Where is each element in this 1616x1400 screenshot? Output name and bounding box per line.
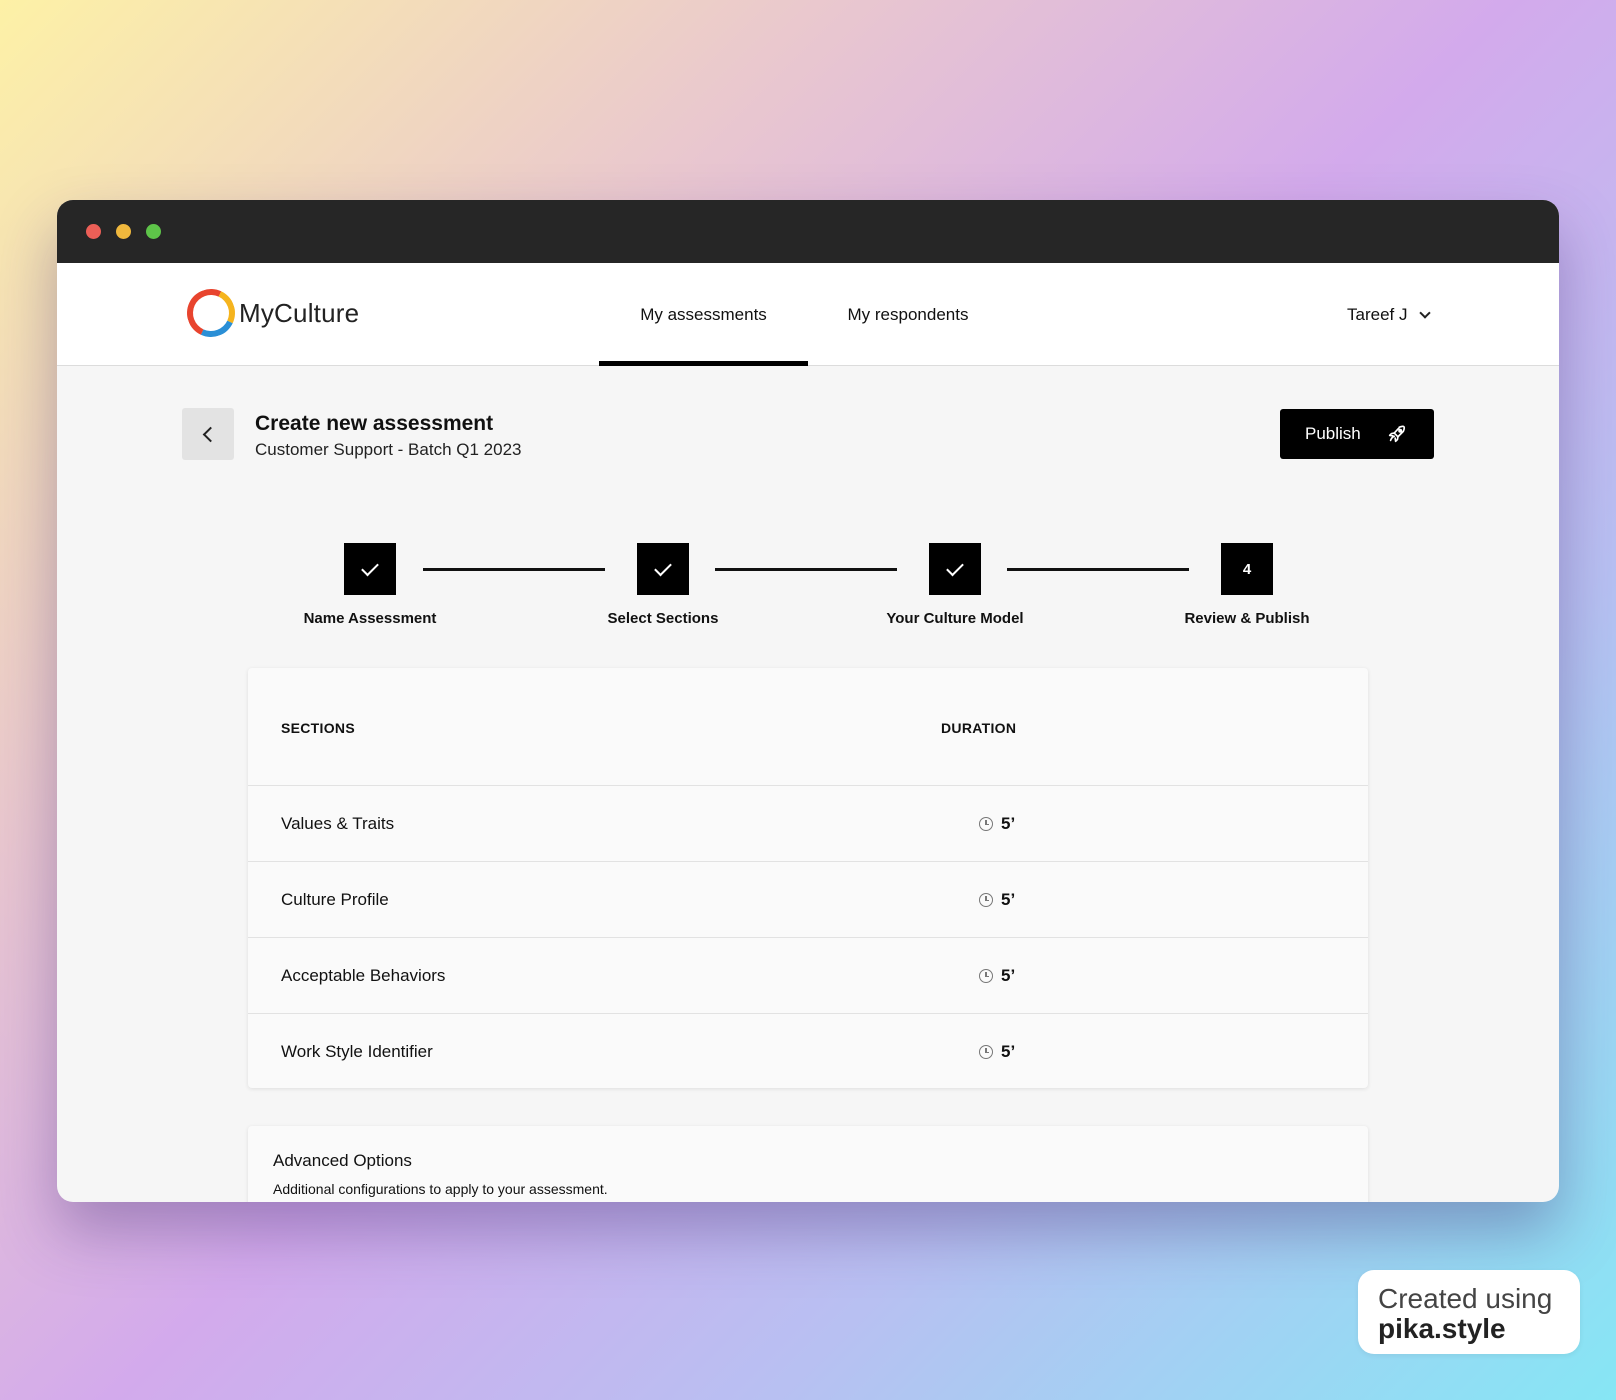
checkmark-icon (946, 558, 964, 576)
table-row[interactable]: Culture Profile 5’ (248, 861, 1368, 937)
step-connector (715, 568, 897, 571)
step-1-indicator[interactable] (344, 543, 396, 595)
column-header-duration: DURATION (941, 720, 1017, 736)
step-4-label: Review & Publish (1184, 610, 1310, 627)
section-name: Values & Traits (281, 814, 395, 833)
badge-line-2: pika.style (1378, 1313, 1506, 1344)
logo-text: MyCulture (239, 297, 360, 328)
clock-icon (979, 1045, 993, 1059)
advanced-options-title: Advanced Options (273, 1151, 412, 1170)
step-1-label: Name Assessment (303, 610, 437, 627)
table-row[interactable]: Values & Traits 5’ (248, 785, 1368, 861)
top-navbar: MyCulture My assessments My respondents … (57, 263, 1559, 366)
section-duration: 5’ (979, 890, 1015, 910)
logo-ring-icon (180, 282, 242, 344)
chevron-left-icon (202, 426, 218, 442)
step-3-indicator[interactable] (929, 543, 981, 595)
clock-icon (979, 969, 993, 983)
rocket-icon (1388, 425, 1405, 443)
minimize-window-button[interactable] (116, 224, 131, 239)
duration-value: 5’ (1001, 814, 1016, 833)
page-title: Create new assessment (255, 412, 494, 435)
section-duration: 5’ (979, 814, 1015, 834)
advanced-options-panel[interactable]: Advanced Options Additional configuratio… (248, 1126, 1368, 1202)
section-duration: 5’ (979, 1042, 1015, 1062)
badge-line-1: Created using (1378, 1283, 1553, 1314)
advanced-options-subtitle: Additional configurations to apply to yo… (273, 1181, 608, 1197)
publish-button[interactable]: Publish (1280, 409, 1434, 459)
duration-value: 5’ (1001, 966, 1016, 985)
column-header-sections: SECTIONS (281, 720, 355, 736)
table-row[interactable]: Work Style Identifier 5’ (248, 1013, 1368, 1089)
section-duration: 5’ (979, 966, 1015, 986)
step-connector (423, 568, 605, 571)
duration-value: 5’ (1001, 1042, 1016, 1061)
window-titlebar (57, 200, 1559, 263)
section-name: Work Style Identifier (281, 1042, 433, 1061)
section-name: Acceptable Behaviors (281, 966, 446, 985)
step-4-indicator[interactable]: 4 (1221, 543, 1273, 595)
logo[interactable]: MyCulture (180, 282, 360, 344)
duration-value: 5’ (1001, 890, 1016, 909)
clock-icon (979, 817, 993, 831)
step-2-label: Select Sections (607, 610, 719, 627)
app-window: MyCulture My assessments My respondents … (57, 200, 1559, 1202)
table-row[interactable]: Acceptable Behaviors 5’ (248, 937, 1368, 1013)
step-connector (1007, 568, 1189, 571)
page-subtitle: Customer Support - Batch Q1 2023 (255, 440, 522, 459)
back-button[interactable] (182, 408, 234, 460)
chevron-down-icon (1419, 307, 1432, 319)
step-2-indicator[interactable] (637, 543, 689, 595)
maximize-window-button[interactable] (146, 224, 161, 239)
step-3-label: Your Culture Model (886, 610, 1024, 627)
tab-my-assessments[interactable]: My assessments (599, 263, 808, 366)
sections-table: SECTIONS DURATION Values & Traits 5’ Cul… (248, 668, 1368, 1088)
checkmark-icon (654, 558, 672, 576)
user-menu[interactable]: Tareef J (1347, 305, 1432, 325)
checkmark-icon (361, 558, 379, 576)
section-name: Culture Profile (281, 890, 389, 909)
watermark-badge: Created using pika.style (1358, 1270, 1580, 1354)
close-window-button[interactable] (86, 224, 101, 239)
clock-icon (979, 893, 993, 907)
tab-my-respondents[interactable]: My respondents (823, 263, 993, 366)
user-name: Tareef J (1347, 305, 1408, 324)
publish-label: Publish (1305, 424, 1361, 443)
